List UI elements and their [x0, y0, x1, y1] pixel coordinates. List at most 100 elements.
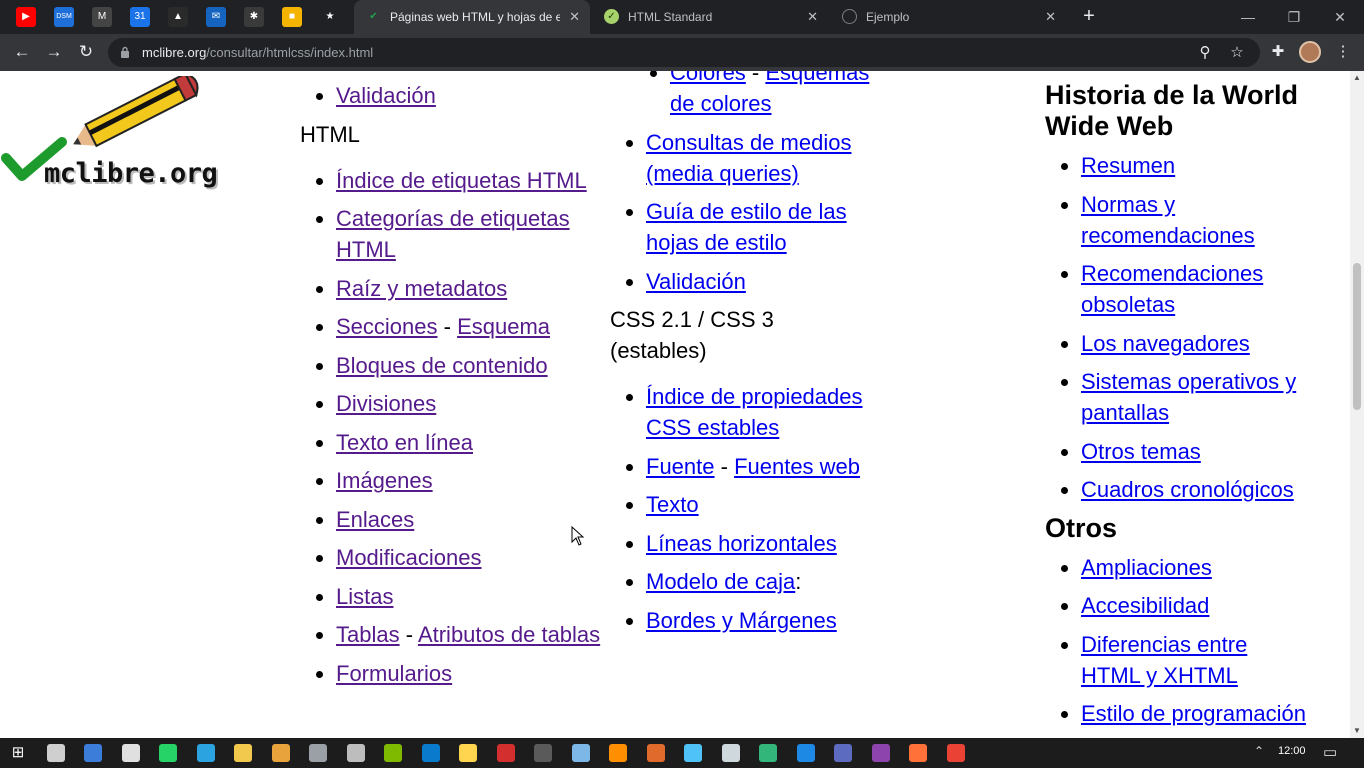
scroll-down-arrow-icon[interactable]: ▼ [1350, 724, 1364, 738]
link-secciones[interactable]: Secciones [336, 314, 438, 339]
extensions-puzzle-icon[interactable]: ✚ [1266, 40, 1290, 64]
link-modificaciones[interactable]: Modificaciones [336, 545, 482, 570]
link-indice-de-etiquetas-html[interactable]: Índice de etiquetas HTML [336, 168, 587, 193]
taskbar-archiver-icon[interactable] [646, 744, 665, 762]
link-modelo-de-caja[interactable]: Modelo de caja [646, 569, 795, 594]
link-formularios[interactable]: Formularios [336, 661, 452, 686]
tab-html-standard[interactable]: ✓ HTML Standard ✕ [592, 0, 828, 34]
new-tab-button[interactable]: + [1078, 5, 1100, 27]
taskbar-vm-icon[interactable] [346, 744, 365, 762]
link-esquema[interactable]: Esquema [457, 314, 550, 339]
link-enlaces[interactable]: Enlaces [336, 507, 414, 532]
taskbar-keyboard-icon[interactable] [84, 744, 102, 762]
pinned-tab-gmail-icon[interactable]: M [92, 7, 112, 27]
reload-icon[interactable]: ↻ [74, 40, 98, 64]
taskbar-obs-icon[interactable] [534, 744, 552, 762]
taskbar-ie-icon[interactable] [796, 744, 815, 762]
link-cuadros-cronologicos[interactable]: Cuadros cronológicos [1081, 477, 1294, 502]
pinned-tab-youtube-icon[interactable]: ▶ [16, 7, 36, 27]
link-normas-y-recomendaciones[interactable]: Normas y recomendaciones [1081, 192, 1255, 248]
link-resumen[interactable]: Resumen [1081, 153, 1175, 178]
link-colores[interactable]: Colores [670, 71, 746, 85]
scrollbar-thumb[interactable] [1353, 263, 1361, 410]
bookmark-star-icon[interactable]: ☆ [1226, 42, 1248, 64]
close-tab-icon[interactable]: ✕ [1045, 9, 1056, 24]
taskbar-app-box-icon[interactable] [121, 744, 140, 762]
page-scrollbar[interactable]: ▲ ▼ [1350, 71, 1364, 738]
taskbar-edge-icon[interactable] [759, 744, 777, 762]
taskbar-media-icon[interactable] [684, 744, 702, 762]
taskbar-firefox-icon[interactable] [909, 744, 927, 762]
link-consultas-de-medios-media-queries[interactable]: Consultas de medios (media queries) [646, 130, 851, 186]
taskbar-task-view-icon[interactable] [46, 744, 65, 762]
tab-ejemplo[interactable]: Ejemplo ✕ [830, 0, 1066, 34]
link-imagenes[interactable]: Imágenes [336, 468, 433, 493]
pinned-tab-dsm-icon[interactable]: DSM [54, 7, 74, 27]
profile-avatar[interactable] [1299, 41, 1321, 63]
pinned-tab-drive-icon[interactable]: ▲ [168, 7, 188, 27]
taskbar-vlc-icon[interactable] [609, 744, 627, 762]
link-fuente[interactable]: Fuente [646, 454, 715, 479]
taskbar-file-explorer-icon[interactable] [234, 744, 252, 762]
link-lineas-horizontales[interactable]: Líneas horizontales [646, 531, 837, 556]
taskbar-network-icon[interactable] [721, 744, 740, 762]
link-validacion[interactable]: Validación [646, 269, 746, 294]
pinned-tab-mail-icon[interactable]: ✉ [206, 7, 226, 27]
back-arrow-icon[interactable]: ← [10, 40, 34, 64]
pinned-tab-calendar-icon[interactable]: 31 [130, 7, 150, 27]
taskbar-start-icon[interactable]: ⊞ [9, 744, 27, 762]
notifications-icon[interactable]: ▭ [1323, 743, 1337, 761]
link-guia-de-estilo-de-las-hojas-de-estilo[interactable]: Guía de estilo de las hojas de estilo [646, 199, 847, 255]
link-validacion[interactable]: Validación [336, 83, 436, 108]
pinned-tab-bookmark-icon[interactable]: ★ [320, 7, 340, 27]
link-texto[interactable]: Texto [646, 492, 699, 517]
link-recomendaciones-obsoletas[interactable]: Recomendaciones obsoletas [1081, 261, 1263, 317]
restore-icon[interactable]: ❐ [1282, 6, 1306, 28]
taskbar-clock[interactable]: 12:00 [1278, 745, 1306, 757]
link-fuentes-web[interactable]: Fuentes web [734, 454, 860, 479]
taskbar-chrome-dev-icon[interactable] [834, 744, 852, 762]
pinned-tab-keep-icon[interactable]: ■ [282, 7, 302, 27]
taskbar-chrome-icon[interactable] [946, 744, 965, 762]
link-indice-de-propiedades-css-estables[interactable]: Índice de propiedades CSS estables [646, 384, 863, 440]
link-estilo-de-programacion[interactable]: Estilo de programación [1081, 701, 1306, 726]
taskbar-3d-icon[interactable] [571, 744, 590, 762]
link-texto-en-linea[interactable]: Texto en línea [336, 430, 473, 455]
forward-arrow-icon[interactable]: → [42, 40, 66, 64]
link-los-navegadores[interactable]: Los navegadores [1081, 331, 1250, 356]
close-tab-icon[interactable]: ✕ [807, 9, 818, 24]
close-window-icon[interactable]: ✕ [1328, 6, 1352, 28]
link-sistemas-operativos-y-pantallas[interactable]: Sistemas operativos y pantallas [1081, 369, 1296, 425]
address-bar[interactable]: mclibre.org/consultar/htmlcss/index.html… [108, 38, 1260, 67]
minimize-icon[interactable]: — [1236, 6, 1260, 28]
link-accesibilidad[interactable]: Accesibilidad [1081, 593, 1209, 618]
tray-chevron-up-icon[interactable]: ⌃ [1254, 744, 1264, 758]
link-otros-temas[interactable]: Otros temas [1081, 439, 1201, 464]
scroll-up-arrow-icon[interactable]: ▲ [1350, 71, 1364, 85]
pinned-tab-extension-icon[interactable]: ✱ [244, 7, 264, 27]
link-diferencias-entre-html-y-xhtml[interactable]: Diferencias entre HTML y XHTML [1081, 632, 1247, 688]
link-raiz-y-metadatos[interactable]: Raíz y metadatos [336, 276, 507, 301]
taskbar-filezilla-icon[interactable] [496, 744, 515, 762]
link-ampliaciones[interactable]: Ampliaciones [1081, 555, 1212, 580]
menu-kebab-icon[interactable]: ⋮ [1331, 40, 1355, 64]
taskbar-stats-icon[interactable] [271, 744, 290, 762]
taskbar-editor-icon[interactable] [459, 744, 477, 762]
link-tablas[interactable]: Tablas [336, 622, 400, 647]
taskbar-terminal-icon[interactable] [309, 744, 327, 762]
link-categorias-de-etiquetas-html[interactable]: Categorías de etiquetas HTML [336, 206, 570, 262]
taskbar-notepad-icon[interactable] [384, 744, 402, 762]
link-divisiones[interactable]: Divisiones [336, 391, 436, 416]
site-logo[interactable]: mclibre.org [0, 71, 230, 196]
zoom-icon[interactable]: ⚲ [1194, 42, 1216, 64]
link-listas[interactable]: Listas [336, 584, 393, 609]
taskbar-app-purple-icon[interactable] [871, 744, 890, 762]
link-bordes-y-margenes[interactable]: Bordes y Márgenes [646, 608, 837, 633]
close-tab-icon[interactable]: ✕ [569, 9, 580, 24]
taskbar-telegram-icon[interactable] [196, 744, 215, 762]
tab-paginas-web[interactable]: ✔ Páginas web HTML y hojas de es ✕ [354, 0, 590, 34]
taskbar-whatsapp-icon[interactable] [159, 744, 177, 762]
link-bloques-de-contenido[interactable]: Bloques de contenido [336, 353, 548, 378]
taskbar-vscode-icon[interactable] [421, 744, 440, 762]
link-atributos-de-tablas[interactable]: Atributos de tablas [418, 622, 600, 647]
